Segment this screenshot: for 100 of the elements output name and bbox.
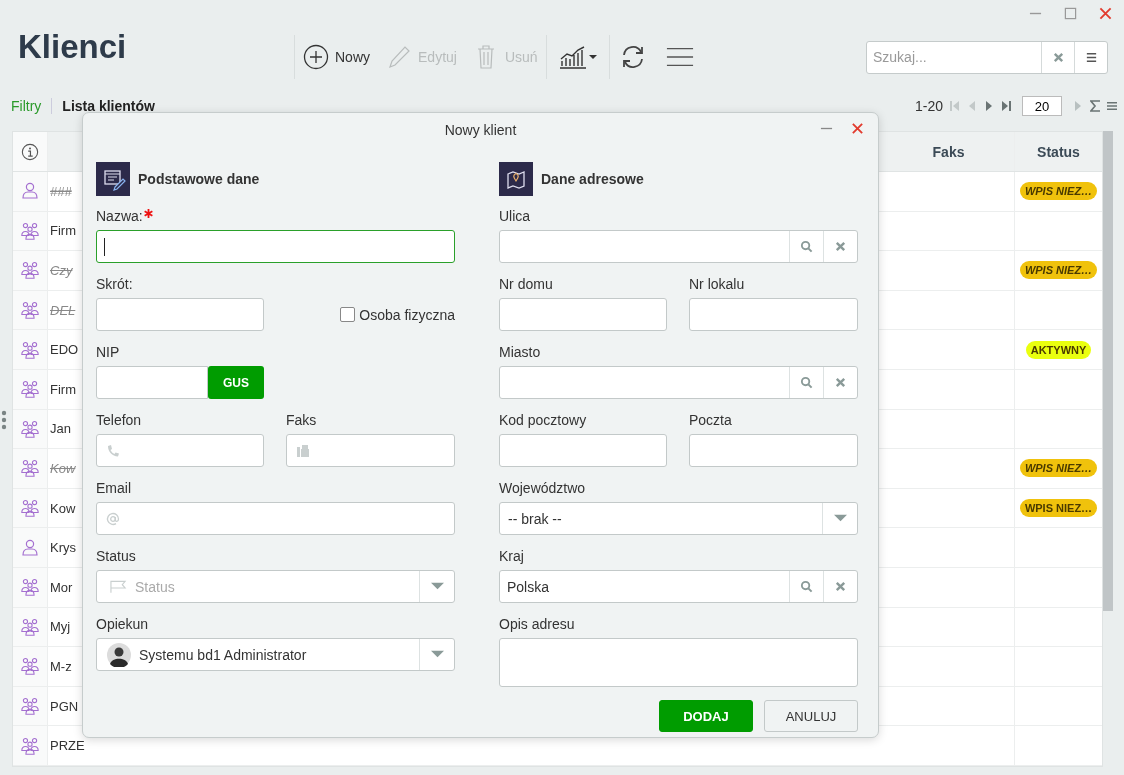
client-name: Mor [50,579,73,595]
search-bar[interactable]: Szukaj... [866,40,1108,74]
status-badge: WPIS NIEZ… [1019,499,1098,518]
close-icon [834,240,847,253]
city-combo[interactable] [499,366,858,399]
close-icon [834,580,847,593]
status-badge: WPIS NIEZ… [1019,182,1098,201]
search-icon [800,240,813,253]
plus-circle-icon [303,44,329,70]
province-dropdown[interactable]: -- brak -- [499,502,858,535]
client-name: Firm [50,223,76,239]
fax-field[interactable] [286,434,455,467]
info-icon [21,142,39,161]
field-label: Status [96,548,136,564]
house-number-field[interactable] [499,298,667,331]
page-size-field[interactable]: 20 [1022,96,1062,116]
map-pin-icon [499,162,533,196]
search-icon [800,376,813,389]
country-field[interactable]: Polska [500,571,789,602]
street-combo[interactable] [499,230,858,263]
drag-handle-icon[interactable] [1,410,7,430]
menu-icon [1084,50,1098,64]
pencil-icon [386,44,412,70]
cancel-button[interactable]: ANULUJ [764,700,858,732]
field-label: Opis adresu [499,616,575,632]
client-name: Kow [50,460,76,476]
flag-icon [110,579,127,594]
dialog-title: Nowy klient [444,122,517,138]
column-header[interactable]: Status [1015,132,1102,171]
fax-icon [296,443,310,458]
section-title: Podstawowe dane [138,171,260,187]
client-name: Myj [50,619,71,635]
field-label: Faks [286,412,317,428]
client-name: DEL [50,302,76,318]
close-icon [1051,50,1065,64]
close-icon[interactable] [851,122,864,135]
next-page-icon[interactable] [984,100,994,112]
client-name: Firm [50,381,76,397]
guardian-dropdown[interactable]: Systemu bd1 Administrator [96,638,455,671]
field-label: Opiekun [96,616,149,632]
flat-number-field[interactable] [689,298,858,331]
name-field[interactable] [96,230,455,263]
field-label: Województwo [499,480,586,496]
field-label: Nr domu [499,276,553,292]
client-name: PGN [50,698,79,714]
address-note-field[interactable] [499,638,858,687]
client-name: EDO [50,342,79,358]
field-label: Kraj [499,548,524,564]
phone-field[interactable] [96,434,264,467]
section-title: Dane adresowe [541,171,644,187]
page-range: 1-20 [914,98,943,114]
post-office-field[interactable] [689,434,858,467]
avatar [107,642,131,667]
nip-field[interactable] [96,366,208,399]
chart-menu-button[interactable] [545,35,610,79]
maximize-icon[interactable] [1064,6,1077,20]
scrollbar-thumb[interactable] [1103,131,1113,611]
field-label: Poczta [689,412,732,428]
sum-icon[interactable] [1090,100,1100,112]
client-name: M-z [50,658,72,674]
search-field[interactable]: Szukaj... [867,41,1041,73]
client-name: Kow [50,500,76,516]
status-badge: WPIS NIEZ… [1019,261,1098,280]
status-badge: AKTYWNY [1025,340,1092,359]
short-name-field[interactable] [96,298,264,331]
client-name: ### [50,183,72,199]
at-sign-icon [106,511,120,526]
field-label: Miasto [499,344,541,360]
country-combo[interactable]: Polska [499,570,858,603]
page-title: Klienci [18,27,128,66]
search-icon [800,580,813,593]
field-label: Nazwa: [96,208,143,224]
client-name: Czy [50,263,73,278]
previous-page-icon[interactable] [967,100,977,112]
close-icon[interactable] [1099,6,1112,20]
field-label: Ulica [499,208,531,224]
field-label: Kod pocztowy [499,412,587,428]
field-label: Email [96,480,131,496]
column-header[interactable]: Faks [883,132,1015,171]
field-label: Skrót: [96,276,133,292]
menu-icon [665,46,694,68]
email-field[interactable] [96,502,455,535]
last-page-icon[interactable] [1001,100,1011,112]
field-label: NIP [96,344,120,360]
add-button[interactable]: DODAJ [659,700,753,732]
close-icon [834,376,847,389]
checkbox[interactable]: Osoba fizyczna [340,306,455,323]
menu-icon[interactable] [1107,100,1117,112]
phone-icon [106,443,120,458]
gus-button[interactable]: GUS [208,366,264,399]
field-label: Nr lokalu [689,276,745,292]
field-label: Telefon [96,412,142,428]
new-button[interactable]: Nowy [294,35,378,79]
client-name: Krys [50,540,76,556]
status-badge: WPIS NIEZ… [1019,459,1098,478]
postal-code-field[interactable] [499,434,667,467]
client-name: PRZE [50,738,85,754]
first-page-icon[interactable] [950,100,960,112]
client-name: Jan [50,421,71,437]
form-edit-icon [96,162,130,196]
